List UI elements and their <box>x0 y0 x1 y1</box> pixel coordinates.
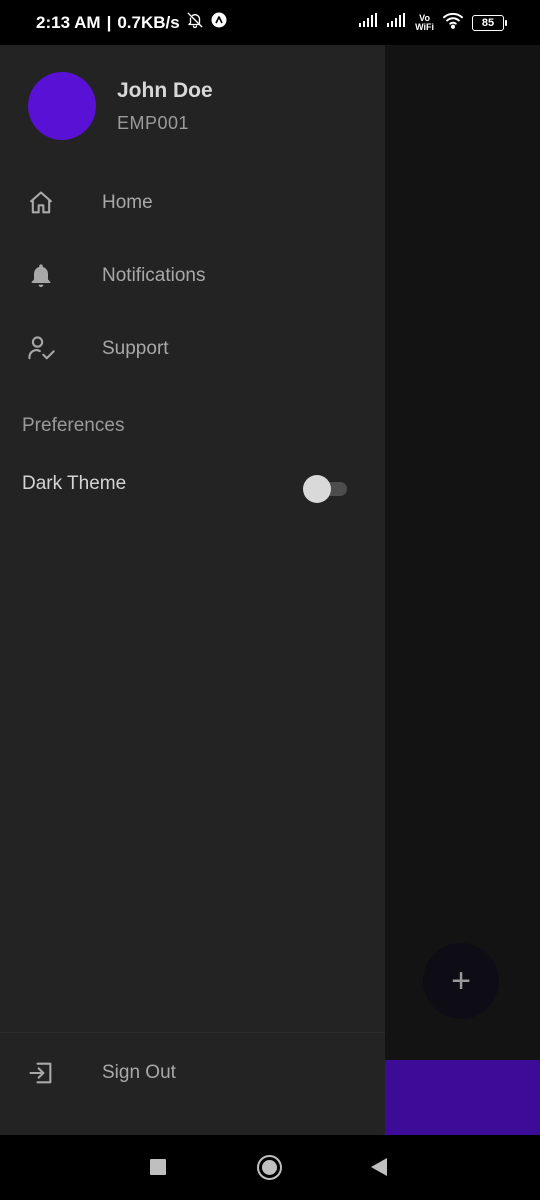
dark-theme-label: Dark Theme <box>22 473 127 494</box>
signal-icon-2 <box>387 13 407 32</box>
battery-icon: 85 <box>472 14 507 31</box>
recents-button[interactable] <box>150 1159 166 1175</box>
back-button[interactable] <box>371 1158 387 1176</box>
home-button[interactable] <box>257 1155 282 1180</box>
dark-theme-toggle[interactable] <box>303 475 349 503</box>
employee-id: EMP001 <box>117 112 190 133</box>
status-time: 2:13 AM <box>36 12 101 32</box>
add-fab-button[interactable]: + <box>423 943 499 1019</box>
navigation-drawer: John Doe EMP001 Home Notifications Suppo… <box>0 45 385 1135</box>
system-navigation-bar <box>0 1135 540 1200</box>
user-check-icon <box>26 334 56 364</box>
status-separator: | <box>106 12 112 32</box>
drawer-item-home[interactable]: Home <box>0 173 385 233</box>
drawer-item-label: Support <box>102 338 169 359</box>
background-bottom-bar <box>385 1060 540 1135</box>
status-network-speed: 0.7KB/s <box>117 12 180 32</box>
avatar <box>28 72 96 140</box>
wifi-icon <box>442 11 464 34</box>
dark-theme-row: Dark Theme <box>0 463 385 507</box>
toggle-thumb <box>303 475 331 503</box>
drawer-item-notifications[interactable]: Notifications <box>0 246 385 306</box>
app-notification-icon <box>210 11 228 34</box>
home-icon <box>26 188 56 218</box>
sign-out-icon <box>26 1058 56 1088</box>
home-circle-icon <box>262 1160 277 1175</box>
sign-out-label: Sign Out <box>102 1062 176 1083</box>
profile-header: John Doe EMP001 <box>28 72 213 140</box>
drawer-item-support[interactable]: Support <box>0 319 385 379</box>
drawer-item-label: Home <box>102 192 153 213</box>
vowifi-indicator: Vo WiFi <box>415 13 434 32</box>
signal-icon <box>359 13 379 32</box>
status-bar: 2:13 AM | 0.7KB/s Vo WiFi 85 <box>0 0 540 45</box>
vowifi-bottom: WiFi <box>415 21 434 32</box>
drawer-item-label: Notifications <box>102 265 206 286</box>
bell-off-icon <box>186 11 204 34</box>
profile-name: John Doe <box>117 78 213 102</box>
status-right: Vo WiFi 85 <box>359 11 507 34</box>
divider <box>0 1032 385 1033</box>
preferences-section-title: Preferences <box>22 415 125 436</box>
profile-text: John Doe EMP001 <box>117 79 213 134</box>
sign-out-button[interactable]: Sign Out <box>0 1043 385 1103</box>
bell-icon <box>26 261 56 291</box>
status-left: 2:13 AM | 0.7KB/s <box>36 11 228 34</box>
plus-icon: + <box>451 961 471 1000</box>
